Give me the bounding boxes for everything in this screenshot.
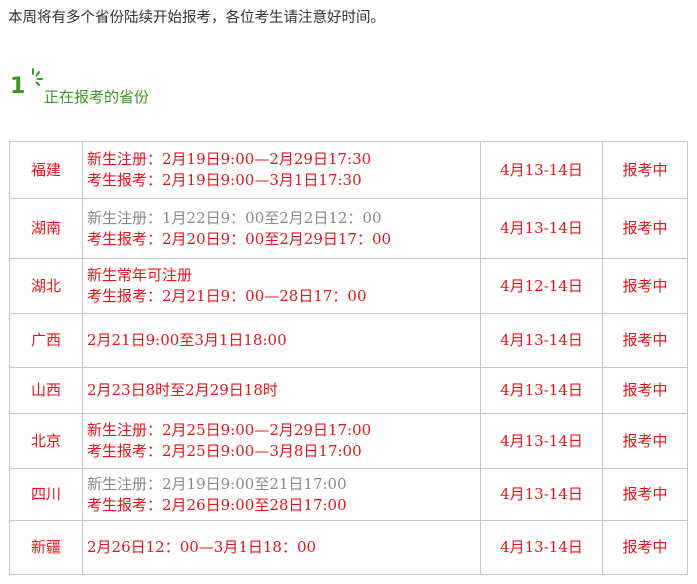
registration-dates-cell: 2月23日8时至2月29日18时	[82, 367, 481, 414]
date-line: 2月23日8时至2月29日18时	[87, 381, 278, 399]
province-cell: 福建	[9, 141, 83, 199]
table-row: 山西 2月23日8时至2月29日18时 4月13-14日 报考中	[9, 367, 688, 414]
date-line: 新生常年可注册	[87, 266, 193, 284]
status-cell: 报考中	[602, 367, 688, 414]
province-cell: 四川	[9, 468, 83, 521]
exam-schedule-table: 福建 新生注册：2月19日9:00—2月29日17:30 考生报考：2月19日9:0…	[9, 141, 688, 575]
status-cell: 报考中	[602, 198, 688, 259]
province-cell: 新疆	[9, 520, 83, 575]
registration-dates-cell: 2月26日12：00—3月1日18：00	[82, 520, 481, 575]
registration-dates-cell: 新生注册：2月19日9:00—2月29日17:30 考生报考：2月19日9:00—…	[82, 141, 481, 199]
registration-dates-cell: 2月21日9:00至3月1日18:00	[82, 313, 481, 368]
registration-dates-cell: 新生注册：2月25日9:00—2月29日17:00 考生报考：2月25日9:00—…	[82, 413, 481, 469]
date-line: 2月21日9:00至3月1日18:00	[87, 331, 287, 349]
table-row: 北京 新生注册：2月25日9:00—2月29日17:00 考生报考：2月25日9:0…	[9, 413, 688, 469]
table-row: 广西 2月21日9:00至3月1日18:00 4月13-14日 报考中	[9, 313, 688, 368]
exam-date-cell: 4月13-14日	[480, 198, 603, 259]
status-cell: 报考中	[602, 258, 688, 314]
province-cell: 北京	[9, 413, 83, 469]
table-row: 四川 新生注册：2月19日9:00至21日17:00 考生报考：2月26日9:00至…	[9, 468, 688, 521]
province-cell: 广西	[9, 313, 83, 368]
date-line: 考生报考：2月25日9:00—3月8日17:00	[87, 442, 362, 460]
sparkle-icon	[32, 68, 43, 86]
registration-dates-cell: 新生常年可注册考生报考：2月21日9：00—28日17：00	[82, 258, 481, 314]
province-cell: 湖北	[9, 258, 83, 314]
date-line: 新生注册：2月25日9:00—2月29日17:00	[87, 421, 372, 439]
status-cell: 报考中	[602, 141, 688, 199]
intro-text: 本周将有多个省份陆续开始报考，各位考生请注意好时间。	[8, 10, 385, 26]
date-line: 考生报考：2月26日9:00至28日17:00	[87, 495, 347, 514]
exam-date-cell: 4月13-14日	[480, 413, 603, 469]
table-row: 湖北 新生常年可注册 考生报考：2月21日9：00—28日17：00 4月12-14日…	[9, 258, 688, 314]
exam-date-cell: 4月12-14日	[480, 258, 603, 314]
province-cell: 湖南	[9, 198, 83, 259]
province-cell: 山西	[9, 367, 83, 414]
table-row: 新疆 2月26日12：00—3月1日18：00 4月13-14日 报考中	[9, 520, 688, 575]
status-cell: 报考中	[602, 468, 688, 521]
date-line: 考生报考：2月21日9：00—28日17：00	[87, 287, 367, 305]
table-row: 湖南 新生注册：1月22日9：00至2月2日12：00 考生报考：2月20日9：00…	[9, 198, 688, 259]
status-cell: 报考中	[602, 313, 688, 368]
table-row: 福建 新生注册：2月19日9:00—2月29日17:30 考生报考：2月19日9:0…	[9, 141, 688, 199]
section-heading: 1 正在报考的省份	[10, 68, 310, 106]
date-line: 新生注册：2月19日9:00至21日17:00	[87, 474, 347, 493]
exam-date-cell: 4月13-14日	[480, 313, 603, 368]
date-line: 考生报考：2月19日9:00—3月1日17:30	[87, 171, 362, 189]
status-cell: 报考中	[602, 520, 688, 575]
exam-date-cell: 4月13-14日	[480, 468, 603, 521]
date-line: 新生注册：2月19日9:00—2月29日17:30	[87, 150, 372, 168]
exam-date-cell: 4月13-14日	[480, 520, 603, 575]
exam-date-cell: 4月13-14日	[480, 367, 603, 414]
date-line: 考生报考：2月20日9：00至2月29日17：00	[87, 229, 392, 248]
section-title: 正在报考的省份	[44, 88, 150, 106]
date-line: 新生注册：1月22日9：00至2月2日12：00	[87, 208, 382, 227]
date-line: 2月26日12：00—3月1日18：00	[87, 538, 317, 556]
registration-dates-cell: 新生注册：2月19日9:00至21日17:00 考生报考：2月26日9:00至28…	[82, 468, 481, 521]
status-cell: 报考中	[602, 413, 688, 469]
registration-dates-cell: 新生注册：1月22日9：00至2月2日12：00 考生报考：2月20日9：00至2…	[82, 198, 481, 259]
exam-date-cell: 4月13-14日	[480, 141, 603, 199]
